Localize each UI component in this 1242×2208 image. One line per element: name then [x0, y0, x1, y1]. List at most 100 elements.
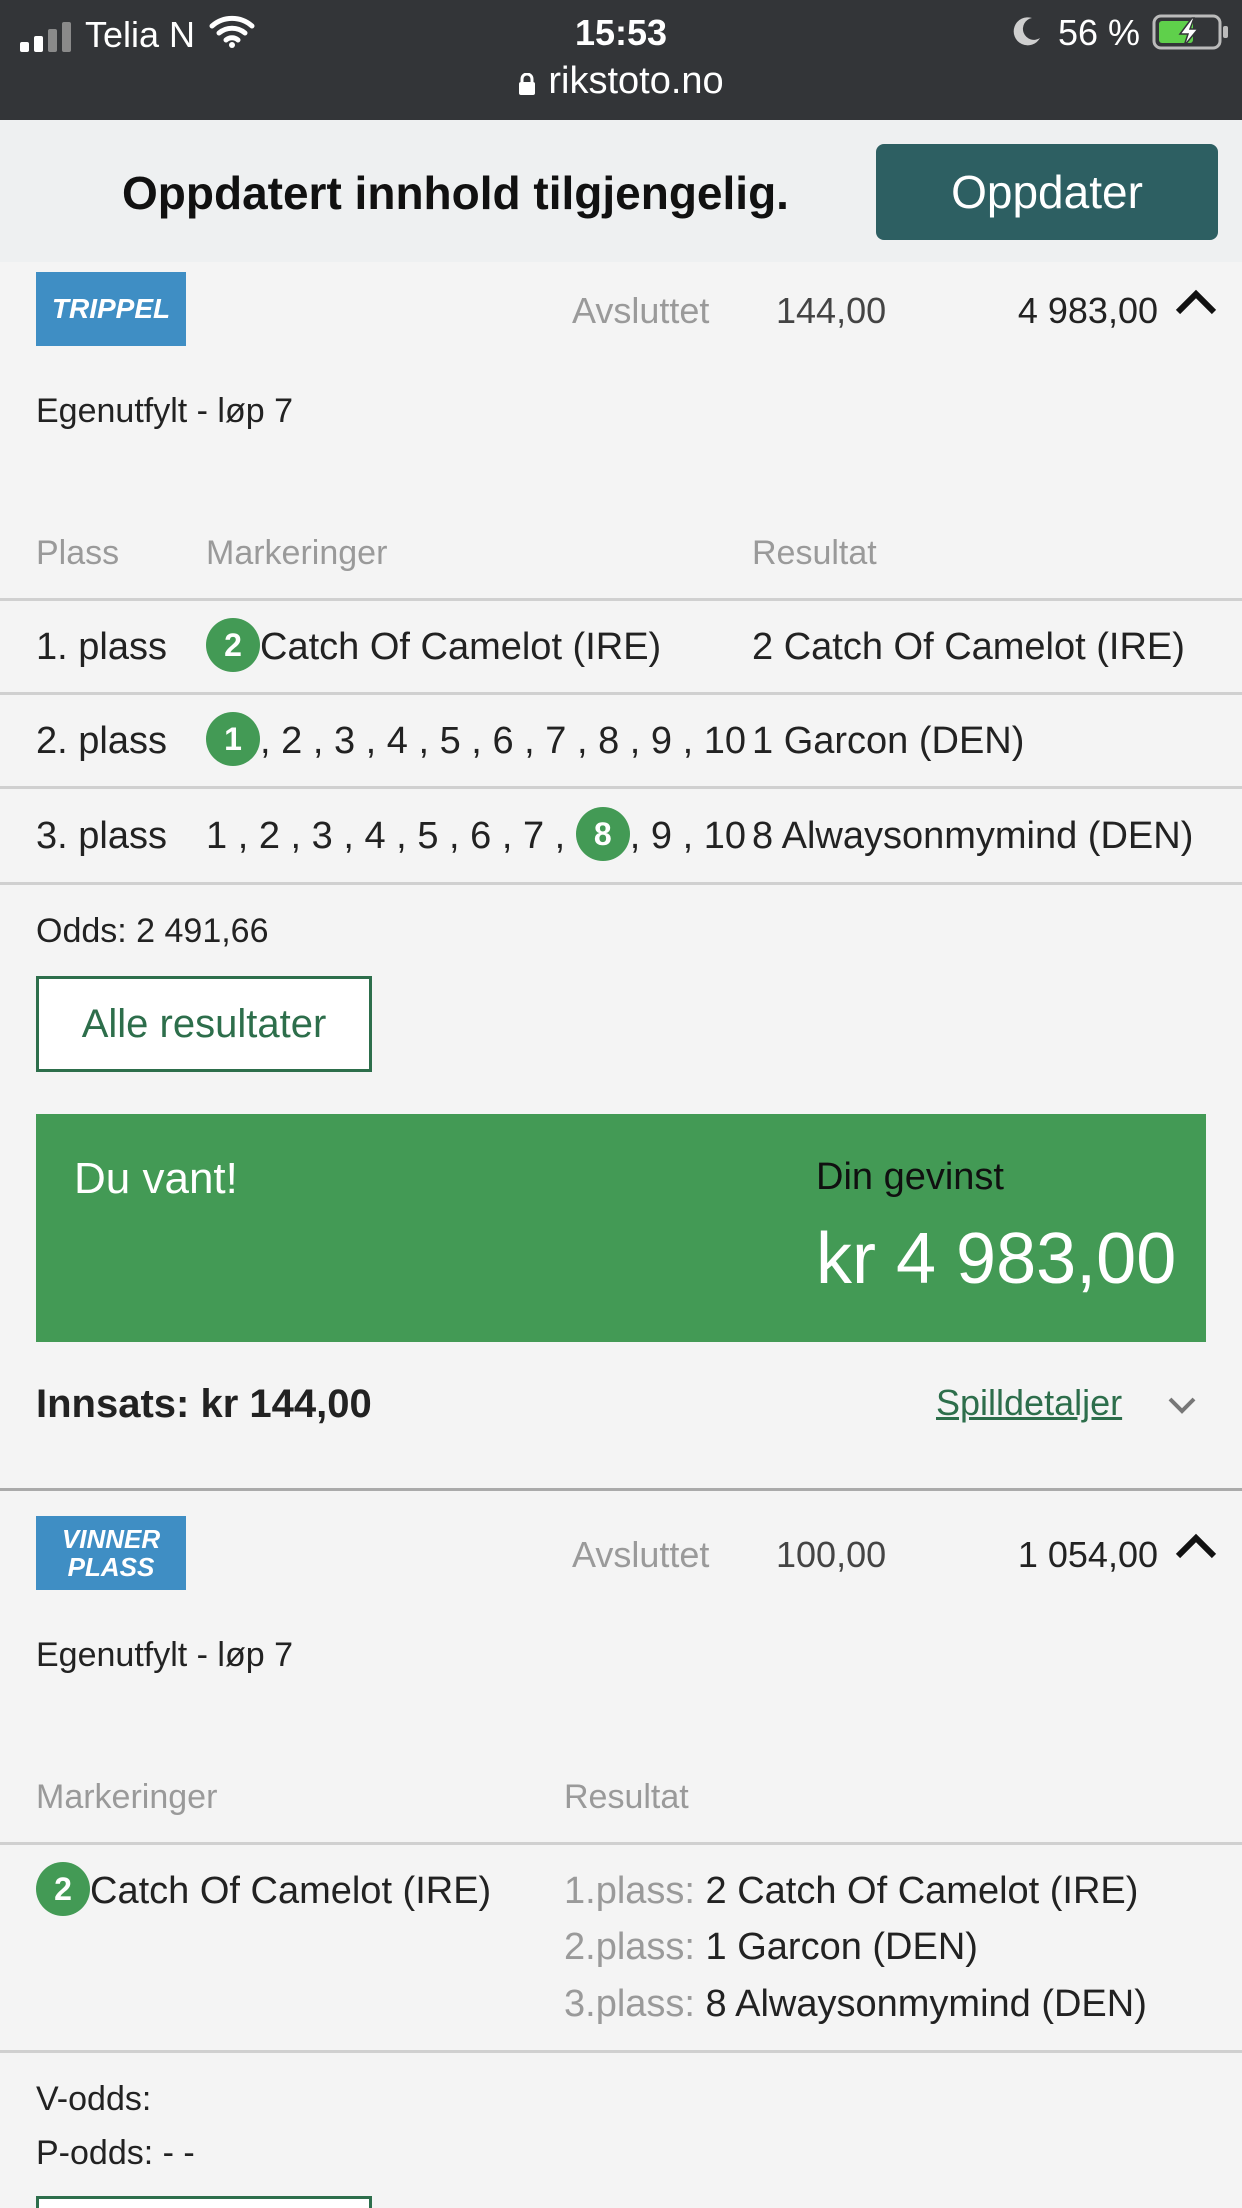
address-bar[interactable]: rikstoto.no [0, 60, 1242, 103]
separator: , [460, 720, 493, 763]
horse-number: 5 [417, 815, 439, 858]
horse-number: 2 [281, 720, 303, 763]
separator: , [672, 720, 704, 763]
all-results-button-partial[interactable] [36, 2196, 372, 2208]
divider [0, 2050, 1242, 2053]
divider [0, 1842, 1242, 1845]
win-title: Du vant! [74, 1154, 238, 1203]
selected-horse-marker: 2 [36, 1862, 90, 1916]
separator: , [619, 720, 651, 763]
separator: , [544, 815, 576, 858]
divider [0, 598, 1242, 601]
horse-number: 8 [598, 720, 620, 763]
chevron-up-icon[interactable] [1174, 286, 1218, 316]
horse-number: 9 [650, 720, 673, 763]
card-separator [0, 1488, 1242, 1491]
place-label: 2. plass [36, 720, 167, 762]
horse-number: 9 [650, 815, 673, 858]
column-header-marks: Markeringer [206, 534, 388, 572]
horse-number: 1 [206, 815, 228, 858]
result-place-label: 3.plass: [564, 1983, 695, 2025]
selected-horse-marker: 2 [206, 618, 260, 672]
result-horse: 2 Catch Of Camelot (IRE) [705, 1870, 1139, 1912]
horse-number: 10 [703, 720, 747, 763]
separator: , [566, 720, 599, 763]
column-header-place: Plass [36, 534, 120, 572]
separator: , [672, 815, 704, 858]
divider [0, 692, 1242, 695]
chevron-up-icon[interactable] [1174, 1530, 1218, 1560]
result-line: 1.plass: 2 Catch Of Camelot (IRE) [564, 1870, 1138, 1913]
horse-name: Catch Of Camelot (IRE) [90, 1870, 492, 1913]
result-horse: 8 Alwaysonmymind (DEN) [705, 1983, 1147, 2025]
battery-percent: 56 % [1058, 12, 1141, 53]
separator: , [260, 720, 282, 763]
chevron-down-icon[interactable] [1166, 1394, 1198, 1416]
game-details-link[interactable]: Spilldetaljer [936, 1382, 1122, 1424]
selected-horse-marker: 8 [575, 807, 630, 861]
marks-cell: 1 , 2 , 3 , 4 , 5 , 6 , 7 , 8, 9 , 10 [206, 807, 747, 861]
separator: , [407, 720, 440, 763]
result-place-label: 1.plass: [564, 1870, 695, 1912]
battery-charging-icon [1152, 14, 1228, 50]
v-odds: V-odds: [36, 2080, 152, 2118]
bet-subtitle: Egenutfylt - løp 7 [36, 392, 294, 430]
horse-number: 4 [386, 720, 408, 763]
column-header-result: Resultat [752, 534, 877, 572]
bet-winnings: 1 054,00 [1017, 1534, 1158, 1575]
bet-stake: 144,00 [776, 290, 887, 331]
result-line: 2.plass: 1 Garcon (DEN) [564, 1926, 978, 1969]
all-results-button[interactable]: Alle resultater [36, 976, 372, 1072]
place-label: 3. plass [36, 815, 167, 857]
bet-status: Avsluttet [572, 1534, 710, 1575]
result-horse: 1 Garcon (DEN) [705, 1926, 978, 1968]
badge-line-1: VINNER [61, 1524, 161, 1554]
column-header-marks: Markeringer [36, 1778, 218, 1816]
horse-number: 3 [311, 815, 333, 858]
separator: , [385, 815, 418, 858]
stake-total: Innsats: kr 144,00 [36, 1382, 372, 1426]
update-button[interactable]: Oppdater [876, 144, 1218, 240]
separator: , [355, 720, 387, 763]
separator: , [629, 815, 651, 858]
url-text: rikstoto.no [548, 60, 724, 102]
marks-cell: 2 Catch Of Camelot (IRE) [36, 1862, 492, 1916]
lock-icon [519, 73, 536, 95]
bet-winnings: 4 983,00 [1017, 290, 1158, 331]
badge-line-2: PLASS [67, 1552, 155, 1582]
horse-number: 6 [470, 815, 492, 858]
result-line: 3.plass: 8 Alwaysonmymind (DEN) [564, 1983, 1147, 2026]
separator: , [302, 720, 334, 763]
moon-icon [1013, 17, 1040, 46]
horse-number: 2 [258, 815, 280, 858]
bet-subtitle: Egenutfylt - løp 7 [36, 1636, 294, 1674]
column-header-result: Resultat [564, 1778, 689, 1816]
horse-number: 6 [492, 720, 514, 763]
update-banner: Oppdatert innhold tilgjengelig. Oppdater [0, 120, 1242, 262]
horse-number: 5 [439, 720, 461, 763]
place-label: 1. plass [36, 626, 167, 668]
separator: , [513, 720, 546, 763]
result-cell: 1 Garcon (DEN) [752, 720, 1025, 762]
horse-number: 3 [333, 720, 356, 763]
divider [0, 882, 1242, 885]
separator: , [332, 815, 365, 858]
result-cell: 2 Catch Of Camelot (IRE) [752, 626, 1185, 668]
win-panel: Du vant! Din gevinst kr 4 983,00 [36, 1114, 1206, 1342]
game-type-badge: TRIPPEL [36, 272, 186, 346]
separator: , [227, 815, 259, 858]
separator: , [438, 815, 471, 858]
game-type-badge: VINNER PLASS [36, 1516, 186, 1590]
horse-number: 7 [545, 720, 567, 763]
separator: , [491, 815, 523, 858]
win-amount: kr 4 983,00 [816, 1219, 1177, 1299]
win-label: Din gevinst [816, 1156, 1004, 1198]
p-odds: P-odds: - - [36, 2134, 195, 2172]
horse-name: Catch Of Camelot (IRE) [260, 626, 662, 669]
result-cell: 8 Alwaysonmymind (DEN) [752, 815, 1194, 857]
odds-value: Odds: 2 491,66 [36, 912, 269, 950]
status-bar: Telia N 15:53 56 % rikstoto.no [0, 0, 1242, 120]
bet-status: Avsluttet [572, 290, 710, 331]
horse-number: 10 [703, 815, 747, 858]
divider [0, 786, 1242, 789]
